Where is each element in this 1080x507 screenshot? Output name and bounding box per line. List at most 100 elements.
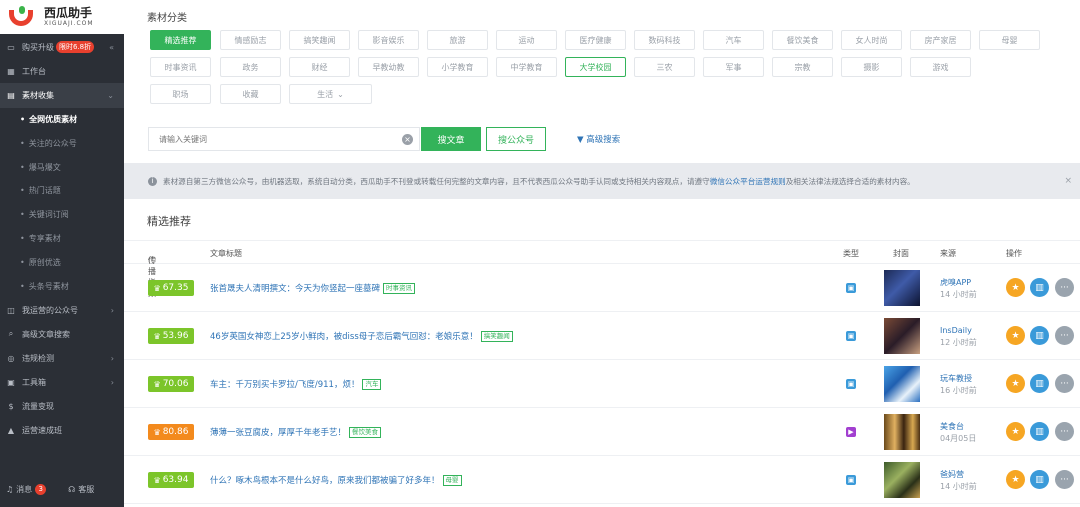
table-row[interactable]: ♛ 53.96 46岁英国女神恋上25岁小鲜肉，被diss母子恋后霸气回怼：老娘乐意…	[124, 312, 1080, 360]
favorite-star-icon[interactable]: ★	[1006, 470, 1025, 489]
table-row[interactable]: ♛ 80.86 薄薄一张豆腐皮，厚厚千年老手艺！ 餐饮美食 ▶ 美食台 04月05日 ★ ▥ ··…	[124, 408, 1080, 456]
category-tag[interactable]: 生活 ⌄	[289, 84, 372, 104]
article-title-link[interactable]: 什么？啄木鸟根本不是什么好鸟，原来我们都被骗了好多年！ 母婴	[210, 474, 462, 486]
category-tag[interactable]: 政务	[220, 57, 281, 77]
favorite-star-icon[interactable]: ★	[1006, 422, 1025, 441]
more-options-icon[interactable]: ···	[1055, 422, 1074, 441]
rules-link[interactable]: 微信公众平台运营规则	[710, 176, 786, 187]
sidebar-subitem-topics[interactable]: 热门话题	[0, 179, 124, 203]
category-tag[interactable]: 摄影	[841, 57, 902, 77]
category-tag[interactable]: 旅游	[427, 30, 488, 50]
sidebar-subitem-exclusive[interactable]: 专享素材	[0, 227, 124, 251]
service-link[interactable]: 客服	[78, 484, 94, 495]
sidebar-item-advanced-search[interactable]: ⌕ 高级文章搜索	[0, 322, 124, 346]
source-name-link[interactable]: 玩车教授	[940, 373, 977, 385]
sidebar-item-toolbox[interactable]: ▣ 工具箱 ›	[0, 371, 124, 395]
stats-chart-icon[interactable]: ▥	[1030, 422, 1049, 441]
category-tag[interactable]: 游戏	[910, 57, 971, 77]
category-tag[interactable]: 母婴	[979, 30, 1040, 50]
sidebar-item-upgrade[interactable]: ▭ 购买升级 限时6.8折 «	[0, 35, 124, 59]
close-icon[interactable]: ×	[1064, 176, 1072, 186]
sidebar-item-my-accounts[interactable]: ◫ 我运营的公众号 ›	[0, 298, 124, 322]
source-name-link[interactable]: InsDaily	[940, 325, 977, 337]
category-tag[interactable]: 精选推荐	[150, 30, 211, 50]
category-tag[interactable]: 职场	[150, 84, 211, 104]
category-tag[interactable]: 运动	[496, 30, 557, 50]
category-tag[interactable]: 财经	[289, 57, 350, 77]
sidebar-subitem-original[interactable]: 原创优选	[0, 250, 124, 274]
table-row[interactable]: ♛ 70.06 车主：千万别买卡罗拉/飞度/911，烦！ 汽车 ▣ 玩车教授 16 小时前 ★…	[124, 360, 1080, 408]
category-tag[interactable]: 数码科技	[634, 30, 695, 50]
category-tag[interactable]: 餐饮美食	[772, 30, 833, 50]
clear-icon[interactable]: ×	[402, 134, 413, 145]
category-tag[interactable]: 医疗健康	[565, 30, 626, 50]
sidebar-item-monetize[interactable]: $ 流量变现	[0, 395, 124, 419]
category-tag[interactable]: 收藏	[220, 84, 281, 104]
category-tag[interactable]: 影音娱乐	[358, 30, 419, 50]
collapse-icon[interactable]: «	[109, 43, 114, 52]
stats-chart-icon[interactable]: ▥	[1030, 470, 1049, 489]
sidebar-item-workbench[interactable]: ▦ 工作台	[0, 59, 124, 83]
cover-thumbnail[interactable]	[884, 414, 920, 450]
category-tag[interactable]: 中学教育	[496, 57, 557, 77]
category-tag[interactable]: 女人时尚	[841, 30, 902, 50]
category-tag[interactable]: 大学校园	[565, 57, 626, 77]
search-input[interactable]	[159, 134, 389, 144]
cover-thumbnail[interactable]	[884, 270, 920, 306]
stats-chart-icon[interactable]: ▥	[1030, 278, 1049, 297]
source-info: 玩车教授 16 小时前	[940, 373, 977, 397]
sidebar-subitem-toutiao[interactable]: 头条号素材	[0, 274, 124, 298]
category-tag[interactable]: 房产家居	[910, 30, 971, 50]
category-tag[interactable]: 时事资讯	[150, 57, 211, 77]
category-tag[interactable]: 三农	[634, 57, 695, 77]
search-accounts-button[interactable]: 搜公众号	[486, 127, 546, 151]
category-tag[interactable]: 宗教	[772, 57, 833, 77]
cover-thumbnail[interactable]	[884, 366, 920, 402]
source-name-link[interactable]: 美食台	[940, 421, 976, 433]
category-tag[interactable]: 军事	[703, 57, 764, 77]
source-name-link[interactable]: 爸妈营	[940, 469, 977, 481]
article-title-link[interactable]: 薄薄一张豆腐皮，厚厚千年老手艺！ 餐饮美食	[210, 426, 382, 438]
more-options-icon[interactable]: ···	[1055, 374, 1074, 393]
more-options-icon[interactable]: ···	[1055, 470, 1074, 489]
category-tag[interactable]: 情感励志	[220, 30, 281, 50]
spread-index-badge: ♛ 63.94	[148, 472, 194, 488]
table-row[interactable]: ♛ 67.35 张首晟夫人清明撰文：今天为你竖起一座墓碑 时事资讯 ▣ 虎嗅APP 14 小…	[124, 264, 1080, 312]
logo[interactable]: 西瓜助手 XIGUAJI.COM	[0, 0, 124, 34]
favorite-star-icon[interactable]: ★	[1006, 374, 1025, 393]
favorite-star-icon[interactable]: ★	[1006, 278, 1025, 297]
more-options-icon[interactable]: ···	[1055, 326, 1074, 345]
sidebar-item-violation[interactable]: ◎ 违规检测 ›	[0, 346, 124, 370]
stats-chart-icon[interactable]: ▥	[1030, 326, 1049, 345]
cover-thumbnail[interactable]	[884, 318, 920, 354]
favorite-star-icon[interactable]: ★	[1006, 326, 1025, 345]
category-tag[interactable]: 汽车	[703, 30, 764, 50]
category-tag[interactable]: 早教幼教	[358, 57, 419, 77]
source-name-link[interactable]: 虎嗅APP	[940, 277, 977, 289]
publish-time: 12 小时前	[940, 338, 977, 347]
sidebar-subitem-followed[interactable]: 关注的公众号	[0, 131, 124, 155]
stats-chart-icon[interactable]: ▥	[1030, 374, 1049, 393]
article-title-link[interactable]: 张首晟夫人清明撰文：今天为你竖起一座墓碑 时事资讯	[210, 282, 416, 294]
article-title-link[interactable]: 46岁英国女神恋上25岁小鲜肉，被diss母子恋后霸气回怼：老娘乐意！ 搞笑趣闻	[210, 330, 513, 342]
headset-icon: ☊	[68, 484, 76, 494]
sidebar-subitem-all[interactable]: 全网优质素材	[0, 108, 124, 132]
category-tag[interactable]: 小学教育	[427, 57, 488, 77]
category-badge: 汽车	[362, 379, 382, 390]
advanced-search-link[interactable]: ▼ 高级搜索	[577, 133, 620, 145]
messages-link[interactable]: 消息	[16, 484, 32, 495]
search-articles-button[interactable]: 搜文章	[421, 127, 481, 151]
table-row[interactable]: ♛ 63.94 什么？啄木鸟根本不是什么好鸟，原来我们都被骗了好多年！ 母婴 ▣ 爸妈营 1…	[124, 456, 1080, 504]
sidebar-item-material[interactable]: ▤ 素材收集 ⌄	[0, 83, 124, 108]
article-title-link[interactable]: 车主：千万别买卡罗拉/飞度/911，烦！ 汽车	[210, 378, 382, 390]
more-options-icon[interactable]: ···	[1055, 278, 1074, 297]
spread-index-badge: ♛ 80.86	[148, 424, 194, 440]
notice-text: 素材源自第三方微信公众号，由机器选取，系统自动分类，西瓜助手不刊登或转载任何完整…	[163, 176, 710, 186]
category-tag[interactable]: 搞笑趣闻	[289, 30, 350, 50]
toolbox-icon: ▣	[7, 378, 15, 388]
sidebar-subitem-hot-articles[interactable]: 爆马爆文	[0, 155, 124, 179]
cover-thumbnail[interactable]	[884, 462, 920, 498]
trophy-icon: ♛	[153, 283, 161, 293]
sidebar-subitem-keywords[interactable]: 关键词订阅	[0, 203, 124, 227]
sidebar-item-course[interactable]: ▲ 运营速成班	[0, 419, 124, 443]
